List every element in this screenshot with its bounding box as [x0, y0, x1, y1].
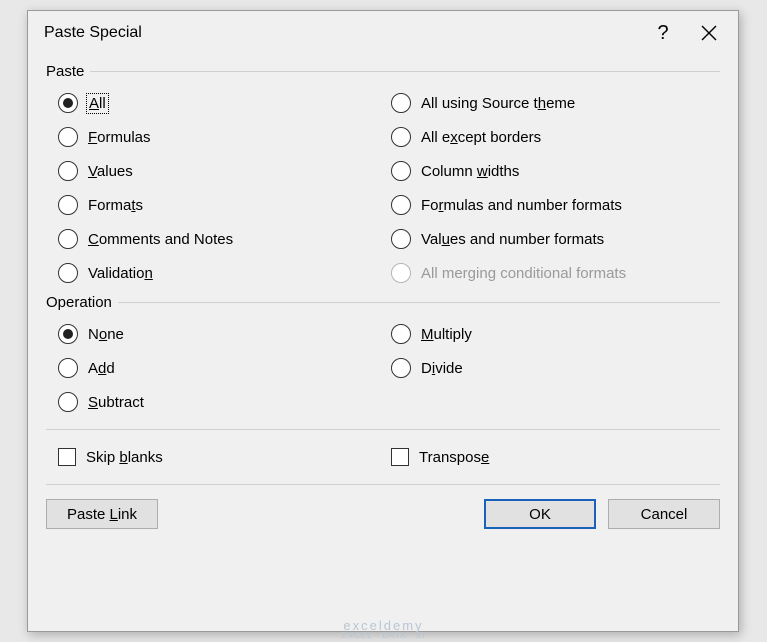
option-label: All merging conditional formats — [421, 265, 626, 282]
radio-icon — [391, 195, 411, 215]
option-label: Values — [88, 163, 133, 180]
radio-icon — [58, 358, 78, 378]
button-row: Paste Link OK Cancel — [46, 499, 720, 529]
option-label: Transpose — [419, 449, 489, 466]
operation-option[interactable]: Divide — [391, 351, 720, 385]
radio-icon — [391, 161, 411, 181]
operation-group-label: Operation — [46, 294, 112, 311]
paste-option[interactable]: Values and number formats — [391, 222, 720, 256]
radio-icon — [391, 93, 411, 113]
checkbox-icon — [58, 448, 76, 466]
paste-group-label: Paste — [46, 63, 84, 80]
paste-option[interactable]: Column widths — [391, 154, 720, 188]
operation-option[interactable]: Add — [58, 351, 387, 385]
radio-icon — [391, 324, 411, 344]
radio-icon — [58, 392, 78, 412]
radio-icon — [58, 161, 78, 181]
radio-icon — [391, 229, 411, 249]
option-label: All except borders — [421, 129, 541, 146]
option-label: All — [88, 95, 107, 112]
divider — [46, 484, 720, 485]
operation-option[interactable]: Multiply — [391, 317, 720, 351]
transpose-checkbox[interactable]: Transpose — [391, 440, 720, 474]
help-button[interactable]: ? — [640, 15, 686, 51]
dialog-title: Paste Special — [44, 24, 640, 42]
option-label: Formulas and number formats — [421, 197, 622, 214]
radio-icon — [58, 93, 78, 113]
option-label: Divide — [421, 360, 463, 377]
radio-icon — [58, 324, 78, 344]
option-label: Validation — [88, 265, 153, 282]
radio-icon — [391, 358, 411, 378]
paste-group-header: Paste — [46, 63, 720, 80]
paste-option[interactable]: Validation — [58, 256, 387, 290]
paste-link-label: Paste Link — [67, 506, 137, 523]
paste-link-button[interactable]: Paste Link — [46, 499, 158, 529]
ok-button[interactable]: OK — [484, 499, 596, 529]
close-button[interactable] — [686, 15, 732, 51]
paste-option: All merging conditional formats — [391, 256, 720, 290]
divider — [90, 71, 720, 72]
option-label: Column widths — [421, 163, 519, 180]
radio-icon — [58, 127, 78, 147]
radio-icon — [58, 195, 78, 215]
paste-option[interactable]: Formulas and number formats — [391, 188, 720, 222]
paste-option[interactable]: All — [58, 86, 387, 120]
option-label: Formats — [88, 197, 143, 214]
paste-option[interactable]: Formats — [58, 188, 387, 222]
close-icon — [701, 25, 717, 41]
divider — [46, 429, 720, 430]
operation-option[interactable]: Subtract — [58, 385, 387, 419]
cancel-button[interactable]: Cancel — [608, 499, 720, 529]
paste-option[interactable]: Formulas — [58, 120, 387, 154]
skip-blanks-checkbox[interactable]: Skip blanks — [58, 440, 387, 474]
titlebar: Paste Special ? — [28, 11, 738, 55]
divider — [118, 302, 720, 303]
operation-option[interactable]: None — [58, 317, 387, 351]
option-label: Add — [88, 360, 115, 377]
radio-icon — [391, 127, 411, 147]
paste-special-dialog: Paste Special ? Paste All Formulas Values F… — [27, 10, 739, 632]
operation-group: Operation None Add Subtract Multiply Divide — [46, 294, 720, 419]
option-label: Comments and Notes — [88, 231, 233, 248]
radio-icon — [58, 229, 78, 249]
option-label: Skip blanks — [86, 449, 163, 466]
paste-option[interactable]: Values — [58, 154, 387, 188]
operation-group-header: Operation — [46, 294, 720, 311]
paste-option[interactable]: All using Source theme — [391, 86, 720, 120]
option-label: Values and number formats — [421, 231, 604, 248]
radio-icon — [58, 263, 78, 283]
checkbox-section: Skip blanks Transpose — [46, 440, 720, 474]
checkbox-icon — [391, 448, 409, 466]
paste-option[interactable]: Comments and Notes — [58, 222, 387, 256]
radio-icon — [391, 263, 411, 283]
dialog-body: Paste All Formulas Values Formats Comments a… — [28, 55, 738, 543]
paste-option[interactable]: All except borders — [391, 120, 720, 154]
option-label: Multiply — [421, 326, 472, 343]
option-label: Subtract — [88, 394, 144, 411]
option-label: Formulas — [88, 129, 151, 146]
option-label: None — [88, 326, 124, 343]
option-label: All using Source theme — [421, 95, 575, 112]
paste-group: Paste All Formulas Values Formats Comments a… — [46, 63, 720, 290]
